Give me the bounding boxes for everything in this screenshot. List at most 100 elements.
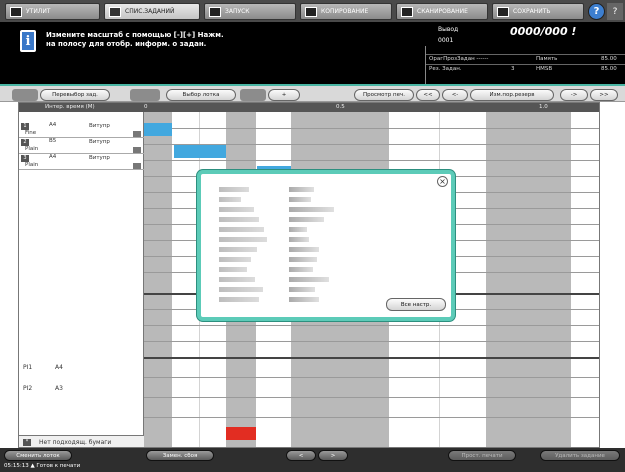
- output-counter-label: Вывод: [438, 26, 459, 33]
- status-row-2: Рез. Задан. 3 HMSB 85.00: [426, 64, 625, 73]
- job-size-note: Витупр: [89, 139, 110, 145]
- output-counter-value: 0000/000 !: [510, 25, 577, 38]
- help-icon: ?: [593, 6, 600, 17]
- scroll-right-button[interactable]: >: [318, 450, 348, 461]
- tick-1-0: 1.0: [539, 104, 548, 110]
- job-number: 1: [21, 123, 29, 130]
- tray-error-bar[interactable]: [226, 427, 256, 440]
- change-paper-button[interactable]: Замен. сбоя: [146, 450, 214, 461]
- info-icon: i: [20, 30, 36, 52]
- prev-page-button[interactable]: <-: [442, 89, 468, 101]
- job-list-icon: [109, 6, 121, 17]
- print-preview-button[interactable]: Просмотр печ.: [354, 89, 414, 101]
- tab-label: СОХРАНИТЬ: [513, 8, 551, 15]
- close-button[interactable]: ×: [437, 176, 448, 187]
- job-paper-size: A4: [49, 154, 57, 160]
- utility-icon: [10, 6, 22, 17]
- bottom-bar: Сменить лоток Замен. сбоя < > Прост. печ…: [0, 448, 625, 472]
- first-page-button[interactable]: <<: [416, 89, 440, 101]
- status-row-2-right: 85.00: [601, 66, 617, 72]
- tick-0-5: 0.5: [336, 104, 345, 110]
- no-paper-label: Нет подходящ. бумаги: [39, 439, 112, 446]
- toolbar-indicator: [240, 89, 266, 101]
- status-row-1: ОрагПрозЗадан ------ Память 85.00: [426, 54, 625, 63]
- job-row-1[interactable]: 1 A4 Fine Витупр: [19, 122, 144, 138]
- reselect-job-button[interactable]: Перевыбор зад.: [40, 89, 110, 101]
- status-row-2-left: Рез. Задан.: [429, 66, 462, 72]
- extra-button[interactable]: ?: [607, 3, 623, 20]
- message-panel: i Измените масштаб с помощью [-][+] Нажм…: [0, 22, 625, 84]
- tab-label: УТИЛИТ: [26, 8, 51, 15]
- change-reserve-order-button[interactable]: Изм.пор.резерв: [470, 89, 554, 101]
- toolbar-indicator: [12, 89, 38, 101]
- job-size-note: Витупр: [89, 123, 110, 129]
- close-icon: ×: [439, 177, 446, 186]
- start-icon: [209, 6, 221, 17]
- job-number: 3: [21, 155, 29, 162]
- job-bar-2[interactable]: [174, 145, 226, 158]
- status-row-2-mid: HMSB: [536, 66, 553, 72]
- job-size-note: Витупр: [89, 155, 110, 161]
- toolbar: Перевыбор зад. Выбор лотка + Просмотр пе…: [0, 84, 625, 102]
- tab-copy[interactable]: КОПИРОВАНИЕ: [300, 3, 392, 20]
- last-page-button[interactable]: >>: [590, 89, 618, 101]
- copy-icon: [305, 6, 317, 17]
- job-paper-size: A4: [49, 122, 57, 128]
- tray-name: PI1: [23, 364, 33, 371]
- right-arrow-icon: >: [330, 452, 336, 459]
- tab-start[interactable]: ЗАПУСК: [204, 3, 296, 20]
- help-button[interactable]: ?: [588, 3, 605, 20]
- job-paper-type: Fine: [25, 130, 37, 136]
- all-settings-button[interactable]: Все настр.: [386, 298, 446, 311]
- job-status-icon: [133, 147, 141, 153]
- job-paper-type: Plain: [25, 162, 39, 168]
- job-count: 0001: [438, 37, 454, 44]
- toolbar-indicator: [130, 89, 160, 101]
- warning-icon: *: [23, 439, 31, 446]
- job-bar-1[interactable]: [144, 123, 172, 136]
- next-page-button[interactable]: ->: [560, 89, 588, 101]
- zoom-plus-button[interactable]: +: [268, 89, 300, 101]
- select-tray-button[interactable]: Выбор лотка: [166, 89, 236, 101]
- status-row-2-num: 3: [511, 66, 515, 72]
- job-paper-type: Plain: [25, 146, 39, 152]
- scroll-left-button[interactable]: <: [286, 450, 316, 461]
- status-panel: ОрагПрозЗадан ------ Память 85.00 Рез. З…: [425, 46, 625, 84]
- tab-label: СПИС.ЗАДАНИЙ: [125, 8, 175, 15]
- stop-print-button[interactable]: Прост. печати: [448, 450, 516, 461]
- job-status-icon: [133, 131, 141, 137]
- tray-row-1[interactable]: PI1 A4: [19, 361, 144, 377]
- tab-utility[interactable]: УТИЛИТ: [5, 3, 100, 20]
- left-arrow-icon: <: [298, 452, 304, 459]
- tray-name: PI2: [23, 385, 33, 392]
- change-tray-button[interactable]: Сменить лоток: [4, 450, 72, 461]
- job-paper-size: B5: [49, 138, 57, 144]
- status-row-1-mid: Память: [536, 56, 558, 62]
- delete-job-button[interactable]: Удалить задание: [540, 450, 620, 461]
- timeline-header: Интер. время (М) 0 0.5 1.0: [19, 103, 599, 112]
- tab-job-list[interactable]: СПИС.ЗАДАНИЙ: [104, 3, 200, 20]
- job-status-icon: [133, 163, 141, 169]
- tab-save[interactable]: СОХРАНИТЬ: [492, 3, 584, 20]
- job-info-popup: × Все настр.: [197, 170, 455, 321]
- tray-row-2[interactable]: PI2 A3: [19, 382, 144, 398]
- job-row-3[interactable]: 3 A4 Plain Витупр: [19, 154, 144, 170]
- tray-paper-size: A3: [55, 385, 63, 392]
- job-number: 2: [21, 139, 29, 146]
- status-row-1-right: 85.00: [601, 56, 617, 62]
- tab-label: СКАНИРОВАНИЕ: [417, 8, 468, 15]
- question-icon: ?: [612, 6, 618, 17]
- scan-icon: [401, 6, 413, 17]
- no-paper-row: * Нет подходящ. бумаги: [19, 435, 144, 447]
- tick-0: 0: [144, 104, 148, 110]
- tab-label: ЗАПУСК: [225, 8, 250, 15]
- job-list-column: 1 A4 Fine Витупр 2 B5 Plain Витупр 3 A4 …: [19, 112, 144, 447]
- status-clock: 05:15:13 ▲ Готов к печати: [4, 463, 81, 469]
- tab-bar: УТИЛИТ СПИС.ЗАДАНИЙ ЗАПУСК КОПИРОВАНИЕ С…: [0, 0, 625, 22]
- status-row-1-left: ОрагПрозЗадан ------: [429, 56, 489, 62]
- message-line-2: на полосу для отобр. информ. о задан.: [46, 40, 207, 48]
- tab-scan[interactable]: СКАНИРОВАНИЕ: [396, 3, 488, 20]
- message-line-1: Измените масштаб с помощью [-][+] Нажм.: [46, 31, 224, 39]
- tray-paper-size: A4: [55, 364, 63, 371]
- job-row-2[interactable]: 2 B5 Plain Витупр: [19, 138, 144, 154]
